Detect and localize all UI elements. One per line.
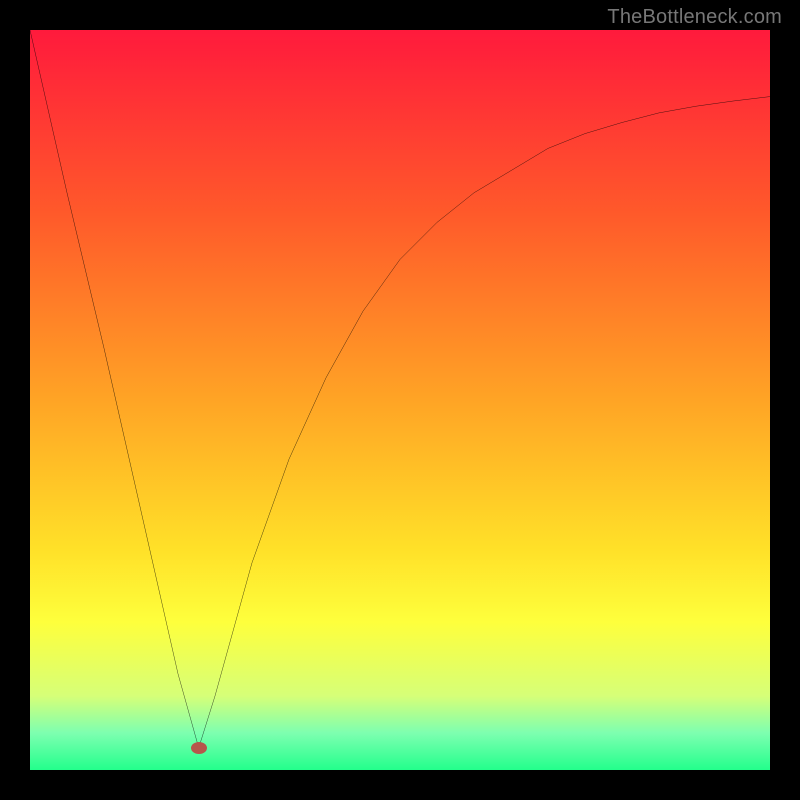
chart-frame: TheBottleneck.com xyxy=(0,0,800,800)
bottleneck-curve-path xyxy=(30,30,770,748)
optimal-point-marker xyxy=(191,742,207,754)
attribution-text: TheBottleneck.com xyxy=(607,6,782,29)
plot-area xyxy=(30,30,770,770)
curve-svg xyxy=(30,30,770,770)
